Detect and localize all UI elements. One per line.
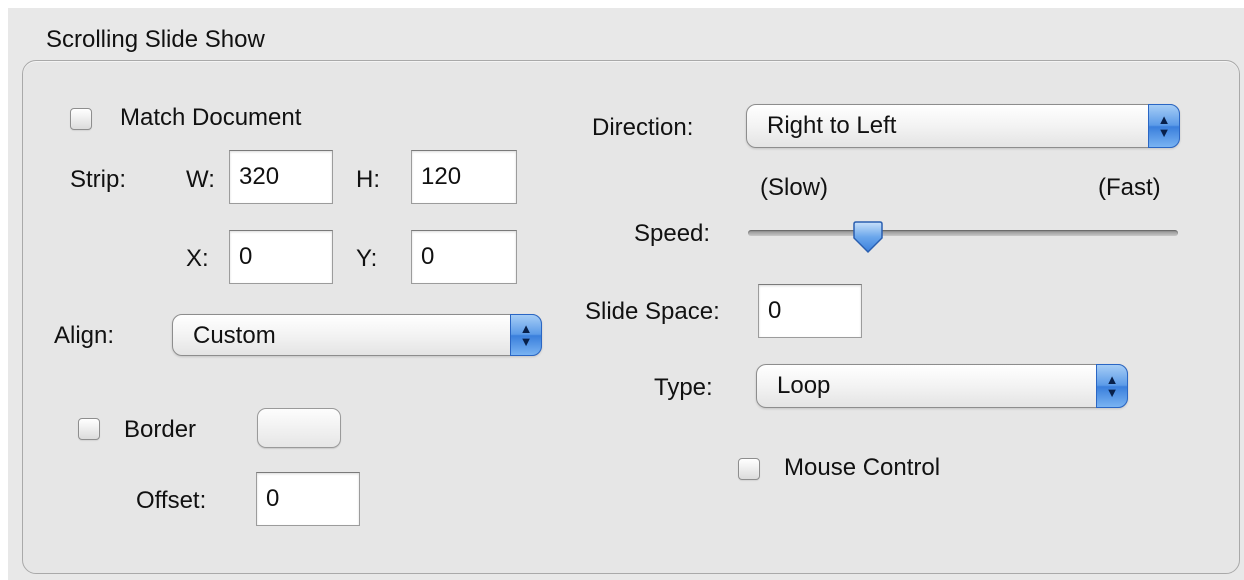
width-input[interactable]: 320	[229, 150, 333, 204]
mouse-control-label: Mouse Control	[784, 454, 941, 481]
slide-space-input[interactable]: 0	[758, 284, 862, 338]
up-down-arrows-icon: ▲ ▼	[510, 314, 542, 356]
slider-thumb-icon[interactable]	[853, 220, 884, 254]
offset-label: Offset:	[136, 487, 207, 514]
y-input[interactable]: 0	[411, 230, 517, 284]
up-down-arrows-icon: ▲ ▼	[1148, 104, 1180, 148]
direction-label: Direction:	[592, 114, 694, 141]
speed-slider-track[interactable]	[748, 230, 1178, 236]
height-label: H:	[356, 166, 380, 193]
panel-title: Scrolling Slide Show	[46, 26, 265, 53]
match-document-label: Match Document	[120, 104, 302, 131]
type-popup-value: Loop	[777, 372, 831, 399]
speed-label: Speed:	[634, 220, 711, 247]
align-popup-value: Custom	[193, 322, 276, 349]
speed-fast-label: (Fast)	[1098, 174, 1161, 201]
x-input[interactable]: 0	[229, 230, 333, 284]
border-color-well[interactable]	[257, 408, 341, 448]
slide-space-label: Slide Space:	[585, 298, 720, 325]
mouse-control-checkbox[interactable]	[738, 458, 760, 480]
border-checkbox[interactable]	[78, 418, 100, 440]
y-label: Y:	[356, 245, 378, 272]
direction-popup[interactable]: Right to Left ▲ ▼	[746, 104, 1180, 148]
x-label: X:	[186, 245, 209, 272]
strip-label: Strip:	[70, 166, 127, 193]
type-popup[interactable]: Loop ▲ ▼	[756, 364, 1128, 408]
width-label: W:	[186, 166, 215, 193]
match-document-checkbox[interactable]	[70, 108, 92, 130]
offset-input[interactable]: 0	[256, 472, 360, 526]
speed-slow-label: (Slow)	[760, 174, 829, 201]
type-label: Type:	[654, 374, 713, 401]
up-down-arrows-icon: ▲ ▼	[1096, 364, 1128, 408]
align-popup[interactable]: Custom ▲ ▼	[172, 314, 542, 356]
border-label: Border	[124, 416, 197, 443]
height-input[interactable]: 120	[411, 150, 517, 204]
direction-popup-value: Right to Left	[767, 112, 897, 139]
align-label: Align:	[54, 322, 115, 349]
